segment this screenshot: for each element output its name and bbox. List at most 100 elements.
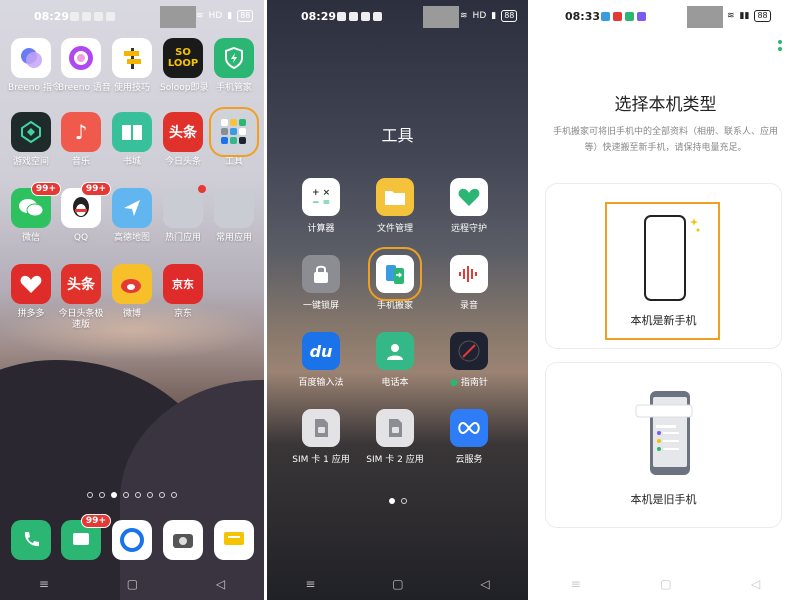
back-icon[interactable]: ◁ (216, 577, 225, 591)
app-soloop[interactable]: SO LOOP Soloop即录 (160, 38, 209, 94)
app-breeno-voice[interactable]: Breeno 语音 (58, 38, 111, 94)
unread-badge: 99+ (80, 182, 111, 196)
signpost-icon (112, 38, 152, 78)
home-icon[interactable]: ▢ (392, 577, 403, 591)
app-label-text: 指南针 (460, 378, 488, 388)
book-icon (112, 112, 152, 152)
new-phone-icon (644, 215, 700, 301)
app-calculator[interactable]: + × − = 计算器 (291, 178, 351, 234)
app-label: 微博 (122, 309, 141, 319)
app-sim2[interactable]: SIM 卡 2 应用 (365, 409, 425, 465)
folder-tools[interactable]: 工具 (209, 107, 259, 168)
folder-icon (376, 178, 414, 216)
app-baidu-input[interactable]: du 百度输入法 (291, 332, 351, 388)
app-qq[interactable]: 99+ QQ (58, 182, 111, 244)
jd-dog-icon: 京东 (163, 264, 203, 304)
svg-text:− =: − = (312, 198, 330, 208)
folder-page-indicator[interactable] (267, 498, 528, 504)
dock-messages[interactable]: 99+ (58, 514, 111, 560)
battery-icon: 88 (501, 10, 518, 22)
app-label: 百度输入法 (298, 378, 344, 388)
dock-phone[interactable] (8, 520, 54, 560)
qq-penguin-icon: 99+ (61, 182, 111, 228)
app-label: Breeno 指令 (8, 83, 61, 93)
menu-icon[interactable]: ≡ (571, 577, 581, 591)
app-label: 电话本 (381, 378, 409, 388)
app-game-space[interactable]: 游戏空间 (8, 112, 54, 168)
dock-notes[interactable] (211, 520, 257, 560)
lock-icon (302, 255, 340, 293)
app-cloud-service[interactable]: 云服务 (439, 409, 499, 465)
folder-icon (163, 185, 206, 228)
app-toutiao-lite[interactable]: 头条 今日头条极速版 (58, 264, 104, 331)
notification-icons (601, 12, 646, 21)
app-label: 云服务 (455, 455, 483, 465)
dock-browser[interactable] (109, 520, 155, 560)
status-bar: 08:29 ≋ HD ▮ 88 (0, 6, 264, 28)
wifi-icon: ≋ (460, 11, 468, 21)
sim-card-icon (302, 409, 340, 447)
back-icon[interactable]: ◁ (480, 577, 489, 591)
home-icon[interactable]: ▢ (127, 577, 138, 591)
page-description: 手机搬家可将旧手机中的全部资料（相册、联系人、应用等）快速搬至新手机，请保持电量… (552, 127, 778, 153)
menu-icon[interactable]: ≡ (305, 577, 315, 591)
menu-icon[interactable]: ≡ (39, 577, 49, 591)
redacted-area (423, 6, 459, 28)
app-recorder[interactable]: 录音 (439, 255, 499, 311)
app-file-manager[interactable]: 文件管理 (365, 178, 425, 234)
option-new-phone[interactable]: 本机是新手机 (545, 183, 782, 349)
app-amap[interactable]: 高德地图 (109, 188, 155, 244)
app-music[interactable]: ♪ 音乐 (58, 112, 104, 168)
app-book-city[interactable]: 书城 (109, 112, 155, 168)
toutiao-icon: 头条 (163, 112, 203, 152)
app-label: 计算器 (307, 224, 335, 234)
app-label: 书城 (122, 157, 141, 167)
dock-camera[interactable] (160, 520, 206, 560)
app-tips[interactable]: 使用技巧 (109, 38, 155, 94)
app-label: SIM 卡 1 应用 (292, 455, 350, 465)
app-contacts[interactable]: 电话本 (365, 332, 425, 388)
calculator-icon: + × − = (302, 178, 340, 216)
status-time: 08:29 (34, 10, 70, 23)
shield-icon (214, 38, 254, 78)
app-compass[interactable]: ● 指南针 (439, 332, 499, 388)
more-options-icon[interactable] (778, 40, 782, 51)
soloop-icon: SO LOOP (163, 38, 203, 78)
app-weibo[interactable]: 微博 (109, 264, 155, 320)
game-space-icon (11, 112, 51, 152)
status-right: ≋ HD ▮ 88 (196, 10, 254, 22)
navigation-bar: ≡ ▢ ◁ (0, 576, 264, 592)
app-jd[interactable]: 京东 京东 (160, 264, 206, 320)
app-label: 手机搬家 (376, 301, 413, 311)
heart-icon (11, 264, 51, 304)
app-toutiao[interactable]: 头条 今日头条 (160, 112, 206, 168)
old-phone-icon (635, 391, 693, 475)
compass-icon (450, 332, 488, 370)
app-one-key-lock[interactable]: 一键锁屏 (291, 255, 351, 311)
music-note-icon: ♪ (61, 112, 101, 152)
app-label: 使用技巧 (113, 83, 150, 93)
app-label: 一键锁屏 (302, 301, 339, 311)
status-time: 08:29 (301, 10, 337, 23)
app-pinduoduo[interactable]: 拼多多 (8, 264, 54, 320)
app-breeno-command[interactable]: Breeno 指令 (8, 38, 61, 94)
unread-badge: 99+ (30, 182, 61, 196)
phone-icon (11, 520, 51, 560)
folder-title[interactable]: 工具 (267, 122, 528, 146)
app-remote-guard[interactable]: 远程守护 (439, 178, 499, 234)
folder-common-apps[interactable]: 常用应用 (211, 188, 257, 244)
signal-icon: ▮ (227, 11, 233, 21)
app-phone-manager[interactable]: 手机管家 (211, 38, 257, 94)
app-sim1[interactable]: SIM 卡 1 应用 (291, 409, 351, 465)
back-icon[interactable]: ◁ (751, 577, 760, 591)
notification-icons (337, 12, 382, 21)
app-phone-clone[interactable]: 手机搬家 (365, 247, 425, 311)
app-wechat[interactable]: 99+ 微信 (8, 182, 61, 244)
status-time: 08:33 (565, 10, 601, 23)
folder-hot-apps[interactable]: 热门应用 (160, 185, 206, 244)
notes-icon (214, 520, 254, 560)
option-old-phone[interactable]: 本机是旧手机 (545, 362, 782, 528)
app-label: Soloop即录 (160, 83, 209, 93)
page-indicator[interactable] (0, 492, 264, 498)
home-icon[interactable]: ▢ (660, 577, 671, 591)
